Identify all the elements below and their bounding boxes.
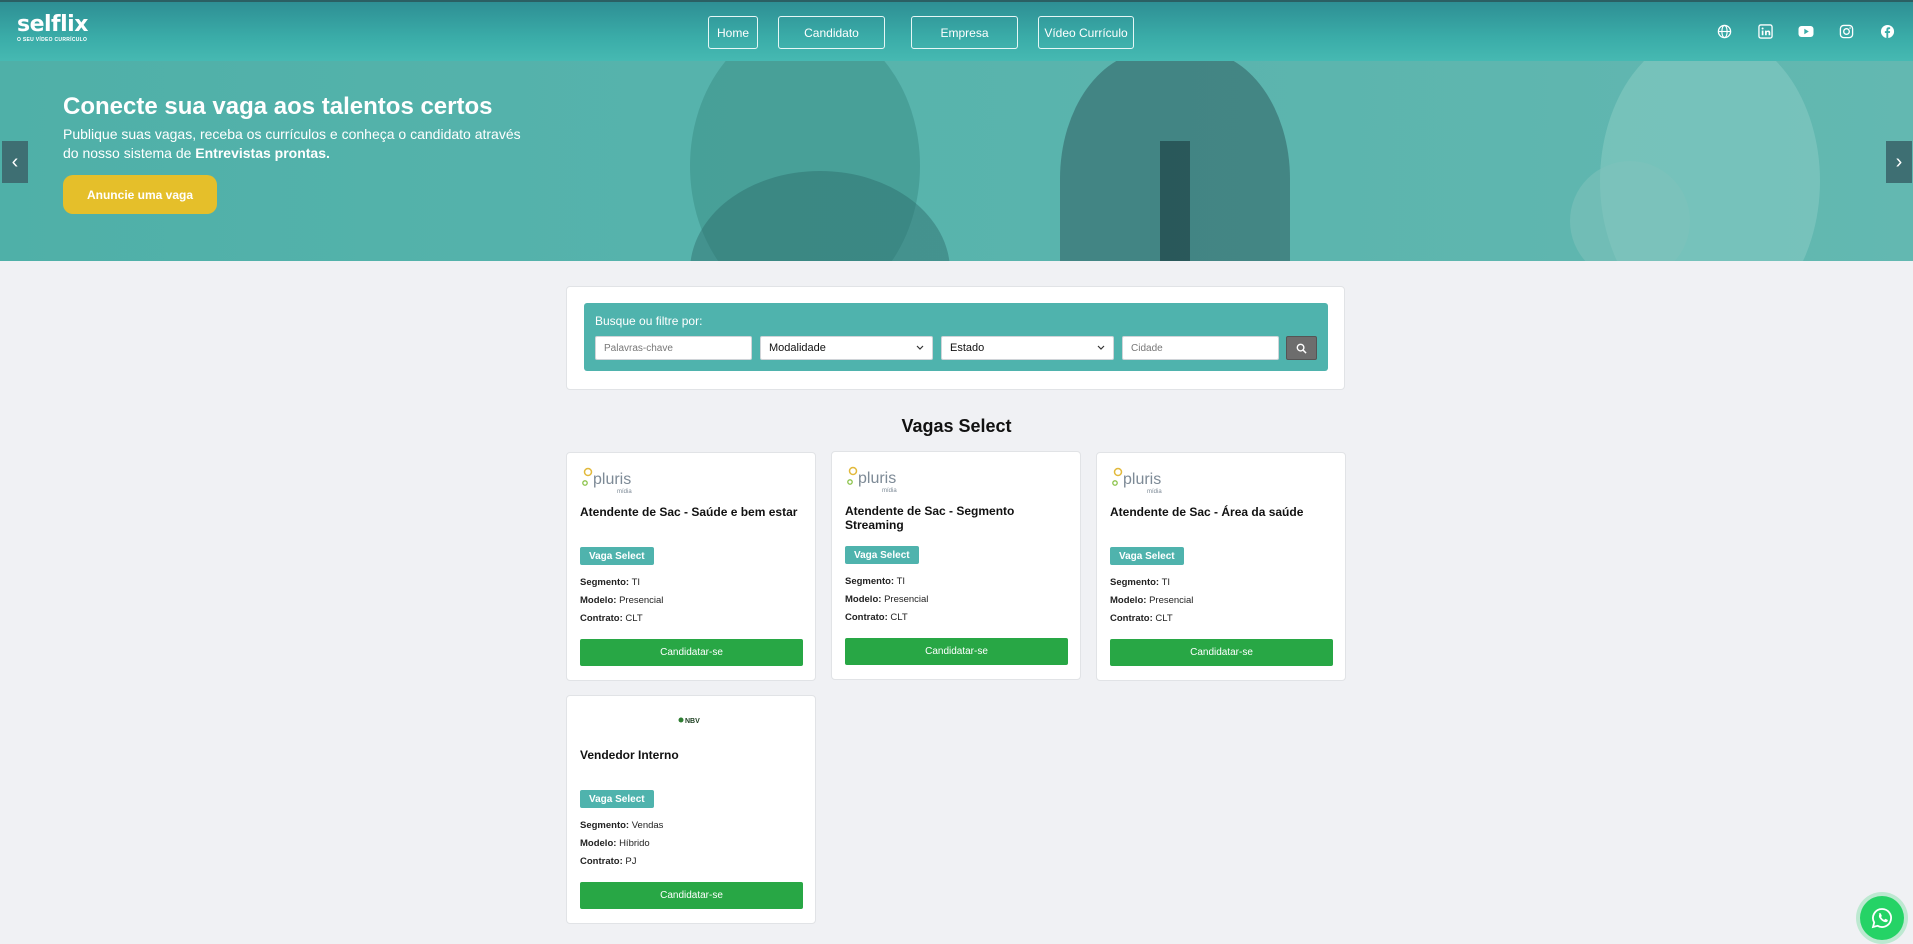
chevron-left-icon: ‹ (11, 150, 19, 173)
company-logo: pluris mídia (845, 462, 905, 494)
job-title[interactable]: Atendente de Sac - Saúde e bem estar (580, 505, 808, 519)
chevron-right-icon: › (1895, 150, 1903, 173)
chevron-down-icon (1097, 345, 1105, 350)
brand-sub-text: mídia (882, 488, 897, 494)
job-card: pluris mídia Atendente de Sac - Área da … (1096, 452, 1346, 681)
cidade-input[interactable]: Cidade (1122, 336, 1279, 360)
brand-text: pluris (593, 471, 631, 488)
carousel-prev-button[interactable]: ‹ (2, 141, 28, 183)
job-segmento: Segmento: TI (1110, 577, 1171, 588)
top-navbar: selflix O SEU VÍDEO CURRÍCULO Home Candi… (0, 0, 1913, 61)
logo-text: selflix (17, 12, 88, 37)
job-title[interactable]: Atendente de Sac - Área da saúde (1110, 505, 1338, 519)
candidatar-button[interactable]: Candidatar-se (580, 639, 803, 666)
job-card: pluris mídia Atendente de Sac - Segmento… (831, 451, 1081, 680)
vaga-select-badge: Vaga Select (1110, 547, 1184, 565)
candidatar-button[interactable]: Candidatar-se (580, 882, 803, 909)
nav-empresa-button[interactable]: Empresa (911, 16, 1018, 49)
brand-text: pluris (858, 470, 896, 487)
section-title: Vagas Select (901, 416, 1012, 436)
facebook-icon[interactable] (1879, 23, 1896, 40)
vaga-select-badge: Vaga Select (580, 790, 654, 808)
estado-value: Estado (950, 342, 985, 354)
vaga-select-badge: Vaga Select (580, 547, 654, 565)
selflix-logo[interactable]: selflix O SEU VÍDEO CURRÍCULO (17, 12, 88, 44)
company-logo: pluris mídia (580, 463, 640, 495)
chevron-down-icon (916, 345, 924, 350)
carousel-next-button[interactable]: › (1886, 141, 1912, 183)
job-modelo: Modelo: Presencial (580, 595, 664, 606)
hero-subtitle-bold: Entrevistas prontas. (195, 145, 330, 161)
job-card: pluris mídia Atendente de Sac - Saúde e … (566, 452, 816, 681)
job-modelo: Modelo: Presencial (845, 594, 929, 605)
job-segmento: Segmento: TI (845, 576, 906, 587)
search-panel: Busque ou filtre por: Palavras-chave Mod… (584, 303, 1328, 371)
company-logo: pluris mídia (1110, 463, 1170, 495)
logo-tagline: O SEU VÍDEO CURRÍCULO (17, 37, 88, 43)
search-card: Busque ou filtre por: Palavras-chave Mod… (566, 286, 1345, 390)
nav-candidato-button[interactable]: Candidato (778, 16, 885, 49)
linkedin-icon[interactable] (1757, 23, 1774, 40)
estado-select[interactable]: Estado (941, 336, 1114, 360)
job-contrato: Contrato: CLT (580, 613, 643, 624)
vaga-select-badge: Vaga Select (845, 546, 919, 564)
search-label: Busque ou filtre por: (595, 314, 703, 328)
brand-sub-text: mídia (1147, 489, 1162, 495)
instagram-icon[interactable] (1838, 23, 1855, 40)
modalidade-value: Modalidade (769, 342, 826, 354)
job-contrato: Contrato: CLT (1110, 613, 1173, 624)
hero-title: Conecte sua vaga aos talentos certos (63, 93, 493, 120)
brand-text: NBV (685, 718, 700, 725)
keywords-input[interactable]: Palavras-chave (595, 336, 752, 360)
candidatar-button[interactable]: Candidatar-se (845, 638, 1068, 665)
brand-sub-text: mídia (617, 489, 632, 495)
anuncie-vaga-button[interactable]: Anuncie uma vaga (63, 175, 217, 214)
search-button[interactable] (1286, 336, 1317, 360)
job-contrato: Contrato: CLT (845, 612, 908, 623)
job-card: NBV Vendedor Interno Vaga Select Segment… (566, 695, 816, 924)
job-modelo: Modelo: Híbrido (580, 838, 650, 849)
job-contrato: Contrato: PJ (580, 856, 637, 867)
job-modelo: Modelo: Presencial (1110, 595, 1194, 606)
job-title[interactable]: Atendente de Sac - Segmento Streaming (845, 504, 1073, 532)
candidatar-button[interactable]: Candidatar-se (1110, 639, 1333, 666)
nav-video-curriculo-button[interactable]: Vídeo Currículo (1038, 16, 1134, 49)
hero-banner: Conecte sua vaga aos talentos certos Pub… (0, 61, 1913, 261)
youtube-icon[interactable] (1797, 23, 1814, 40)
brand-text: pluris (1123, 471, 1161, 488)
whatsapp-button[interactable] (1860, 896, 1904, 940)
job-segmento: Segmento: Vendas (580, 820, 664, 831)
globe-icon[interactable] (1716, 23, 1733, 40)
hero-tie-shape (1160, 141, 1190, 261)
nav-home-button[interactable]: Home (708, 16, 758, 49)
job-segmento: Segmento: TI (580, 577, 641, 588)
whatsapp-icon (1871, 908, 1892, 929)
modalidade-select[interactable]: Modalidade (760, 336, 933, 360)
job-title[interactable]: Vendedor Interno (580, 748, 808, 762)
search-icon (1296, 343, 1307, 354)
company-logo: NBV (567, 706, 815, 736)
hero-subtitle: Publique suas vagas, receba os currículo… (63, 125, 533, 163)
